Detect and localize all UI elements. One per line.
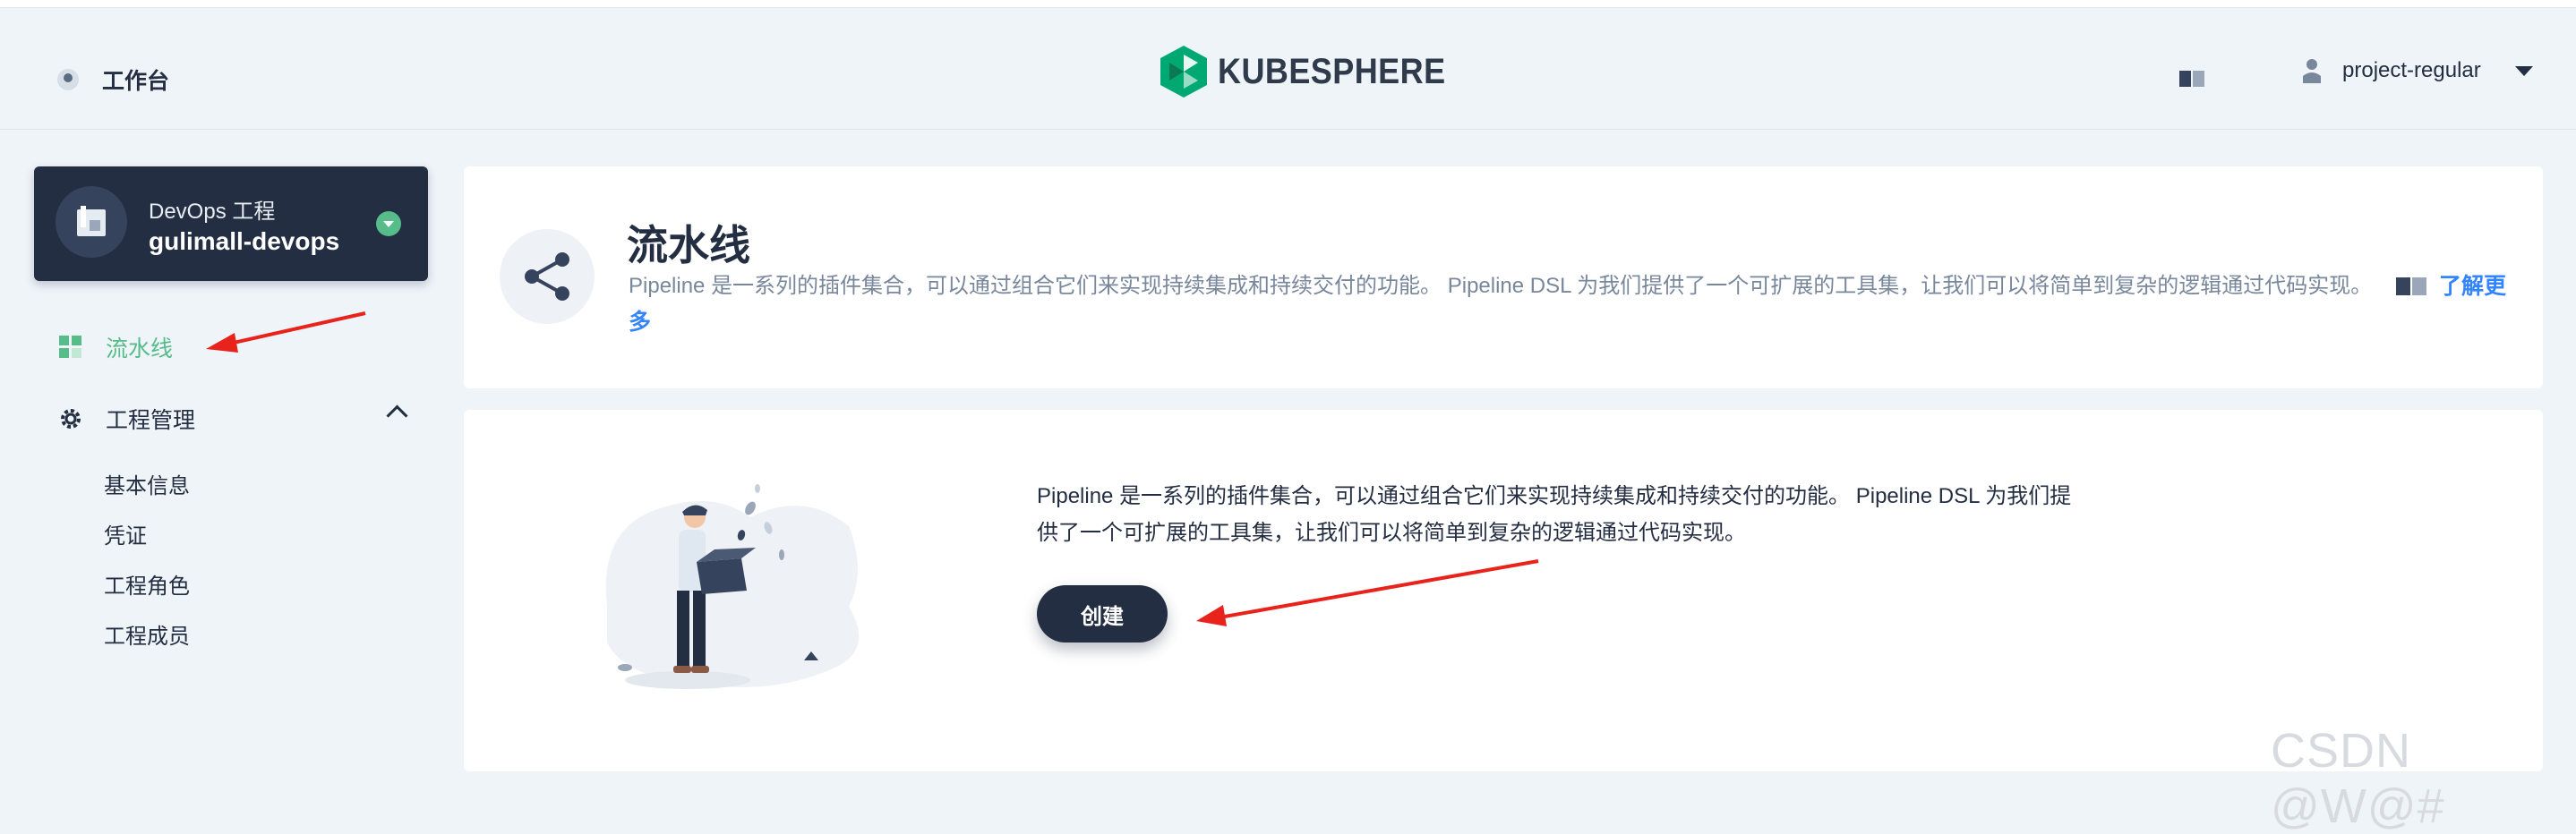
empty-state-description: Pipeline 是一系列的插件集合，可以通过组合它们来实现持续集成和持续交付的… xyxy=(1037,478,2093,551)
user-menu[interactable]: project-regular xyxy=(2303,58,2533,83)
project-type: DevOps 工程 xyxy=(149,200,276,224)
user-icon xyxy=(2303,59,2321,83)
brand-logo[interactable]: KUBESPHERE xyxy=(1160,46,1471,98)
project-selector[interactable]: DevOps 工程 gulimall-devops xyxy=(34,166,428,281)
brand-name: KUBESPHERE xyxy=(1218,51,1446,91)
create-pipeline-button[interactable]: 创建 xyxy=(1037,585,1168,643)
empty-state-line-1: Pipeline 是一系列的插件集合，可以通过组合它们来实现持续集成和持续交付的… xyxy=(1037,484,2072,508)
top-strip xyxy=(0,0,2576,8)
pipeline-nav-icon xyxy=(59,336,81,358)
project-avatar xyxy=(56,186,127,258)
workspace-label: 工作台 xyxy=(102,69,170,94)
sidebar-item-pipeline[interactable]: 流水线 xyxy=(59,331,173,363)
learn-more-text: 了解更 xyxy=(2439,274,2507,299)
sidebar-group-label: 工程管理 xyxy=(106,408,196,433)
sidebar-item-credentials[interactable]: 凭证 xyxy=(104,518,147,549)
page-title: 流水线 xyxy=(627,222,750,268)
sidebar-item-project-roles[interactable]: 工程角色 xyxy=(104,568,190,600)
pipeline-banner-icon-wrap xyxy=(500,229,595,324)
gear-icon xyxy=(61,409,81,429)
workspace-link[interactable]: 工作台 xyxy=(57,64,169,96)
documentation-icon[interactable] xyxy=(2179,69,2204,89)
empty-state-line-2: 供了一个可扩展的工具集，让我们可以将简单到复杂的逻辑通过代码实现。 xyxy=(1037,521,1746,545)
header: 工作台 KUBESPHERE project-regular xyxy=(0,8,2576,130)
book-icon xyxy=(2396,277,2426,295)
page-description: Pipeline 是一系列的插件集合，可以通过组合它们来实现持续集成和持续交付的… xyxy=(629,268,2491,304)
devops-project-icon xyxy=(77,206,106,236)
empty-box-illustration xyxy=(605,484,860,689)
sidebar-item-label: 流水线 xyxy=(106,336,174,362)
intro-card: 流水线 Pipeline 是一系列的插件集合，可以通过组合它们来实现持续集成和持… xyxy=(464,166,2543,388)
share-icon xyxy=(525,252,569,301)
learn-more-text-wrap[interactable]: 多 xyxy=(629,304,651,340)
chevron-up-icon xyxy=(386,404,408,427)
sidebar-group-project-management[interactable]: 工程管理 xyxy=(59,403,408,435)
chevron-down-icon xyxy=(376,211,401,236)
user-name: project-regular xyxy=(2342,58,2481,82)
chevron-down-icon xyxy=(2514,65,2533,76)
watermark: CSDN @W@# xyxy=(2271,724,2445,833)
sidebar-item-project-members[interactable]: 工程成员 xyxy=(104,618,190,650)
page-description-text: Pipeline 是一系列的插件集合，可以通过组合它们来实现持续集成和持续交付的… xyxy=(629,274,2373,298)
learn-more-link[interactable]: 了解更 xyxy=(2396,268,2506,304)
project-name: gulimall-devops xyxy=(149,227,340,255)
sidebar-item-basic-info[interactable]: 基本信息 xyxy=(104,468,190,499)
empty-state-card: Pipeline 是一系列的插件集合，可以通过组合它们来实现持续集成和持续交付的… xyxy=(464,410,2543,771)
workbench-icon xyxy=(57,69,79,90)
kubesphere-logo-icon xyxy=(1160,46,1207,98)
